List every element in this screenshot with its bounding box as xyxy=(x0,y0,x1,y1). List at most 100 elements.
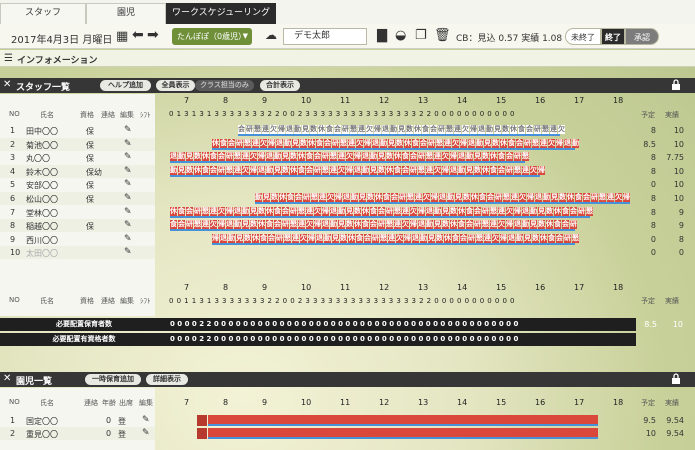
shift-cell[interactable]: 帰 xyxy=(354,152,361,162)
shift-cell[interactable]: 懇 xyxy=(322,165,329,175)
staff-name[interactable]: 太田〇〇 xyxy=(26,248,58,259)
calendar-icon[interactable]: ▦ xyxy=(116,30,128,43)
shift-cell[interactable]: 見 xyxy=(455,193,462,202)
shift-cell[interactable]: 帰 xyxy=(442,165,449,175)
shift-cell[interactable]: 欠 xyxy=(260,138,267,148)
shift-cell[interactable]: 休 xyxy=(212,138,219,148)
shift-cell[interactable]: 欠 xyxy=(462,125,469,134)
edit-pencil-icon[interactable]: ✎ xyxy=(124,166,132,176)
shift-cell[interactable]: 懇 xyxy=(503,193,510,202)
shift-cell[interactable]: 休 xyxy=(194,165,201,175)
shift-cell[interactable]: 欠 xyxy=(306,220,313,230)
shift-cell[interactable]: 勤 xyxy=(351,193,358,202)
shift-cell[interactable]: 連 xyxy=(484,233,491,243)
shift-cell[interactable]: 食 xyxy=(548,233,555,243)
shift-cell[interactable]: 帰 xyxy=(500,233,507,243)
shift-cell[interactable]: 勤 xyxy=(390,125,397,134)
shift-cell[interactable]: 帰 xyxy=(418,206,425,216)
staff-row[interactable]: 8 稲越〇〇 保 ✎ xyxy=(0,219,155,233)
shift-cell[interactable]: 勤 xyxy=(294,125,301,134)
shift-cell[interactable]: 研 xyxy=(290,206,297,216)
shift-cell[interactable]: 懇 xyxy=(426,152,433,162)
shift-cell[interactable]: 懇 xyxy=(418,165,425,175)
shift-cell[interactable]: 懇 xyxy=(330,152,337,162)
shift-cell[interactable]: 食 xyxy=(562,206,569,216)
shift-cell[interactable]: 懇 xyxy=(226,165,233,175)
shift-cell[interactable]: 会 xyxy=(466,220,473,230)
shift-cell[interactable]: 会 xyxy=(334,125,341,134)
shift-cell[interactable]: 帰 xyxy=(250,165,257,175)
shift-cell[interactable]: 帰 xyxy=(308,233,315,243)
shift-cell[interactable]: 退 xyxy=(508,233,515,243)
shift-cell[interactable]: 研 xyxy=(226,152,233,162)
copy-icon[interactable]: ❐ xyxy=(415,29,427,42)
shift-cell[interactable]: 休 xyxy=(318,125,325,134)
shift-cell[interactable]: 休 xyxy=(540,233,547,243)
edit-pencil-icon[interactable]: ✎ xyxy=(142,428,150,438)
shift-cell[interactable]: 見 xyxy=(484,138,491,148)
lock-icon[interactable] xyxy=(671,373,681,384)
user-field[interactable]: デモ太郎 xyxy=(283,28,367,45)
shift-cell[interactable]: 退 xyxy=(330,206,337,216)
shift-cell[interactable]: 休 xyxy=(252,233,259,243)
shift-cell[interactable]: 数 xyxy=(502,125,509,134)
child-start-cell[interactable] xyxy=(197,415,207,426)
shift-cell[interactable]: 欠 xyxy=(396,233,403,243)
shift-cell[interactable]: 退 xyxy=(220,233,227,243)
shift-cell[interactable]: 退 xyxy=(362,152,369,162)
shift-cell[interactable]: 欠 xyxy=(270,125,277,134)
shift-cell[interactable]: 研 xyxy=(322,152,329,162)
shift-cell[interactable]: 連 xyxy=(434,152,441,162)
shift-cell[interactable]: 退 xyxy=(258,165,265,175)
shift-cell[interactable]: 連 xyxy=(358,125,365,134)
shift-cell[interactable]: 帰 xyxy=(314,220,321,230)
shift-cell[interactable]: 連 xyxy=(426,165,433,175)
shift-cell[interactable]: 欠 xyxy=(356,138,363,148)
shift-cell[interactable]: 勤 xyxy=(447,193,454,202)
shift-cell[interactable]: 休 xyxy=(279,193,286,202)
shift-cell[interactable]: 連 xyxy=(319,193,326,202)
detail-show-button[interactable]: 詳細表示 xyxy=(146,374,188,385)
shift-cell[interactable]: 食 xyxy=(554,220,561,230)
staff-name[interactable]: 堂林〇〇 xyxy=(26,208,58,219)
shift-cell[interactable]: 研 xyxy=(276,233,283,243)
child-schedule-bar[interactable] xyxy=(208,415,598,424)
shift-cell[interactable]: 数 xyxy=(463,193,470,202)
shift-cell[interactable]: 連 xyxy=(550,125,557,134)
shift-cell[interactable]: 数 xyxy=(474,165,481,175)
shift-cell[interactable]: 欠 xyxy=(250,152,257,162)
shift-cell[interactable]: 連 xyxy=(444,138,451,148)
shift-cell[interactable]: 食 xyxy=(518,125,525,134)
shift-cell[interactable]: 欠 xyxy=(218,206,225,216)
shift-cell[interactable]: 見 xyxy=(302,125,309,134)
shift-cell[interactable]: 研 xyxy=(314,165,321,175)
shift-cell[interactable]: 勤 xyxy=(284,138,291,148)
shift-cell[interactable]: 食 xyxy=(316,138,323,148)
menu-icon[interactable]: ☰ xyxy=(4,53,13,64)
shift-cell[interactable]: 食 xyxy=(298,165,305,175)
shift-cell[interactable]: 数 xyxy=(354,206,361,216)
shift-cell[interactable]: 勤 xyxy=(242,206,249,216)
shift-cell[interactable]: 数 xyxy=(290,152,297,162)
shift-cell[interactable]: 数 xyxy=(250,220,257,230)
class-select[interactable]: たんぽぽ（0歳児） ▼ xyxy=(172,28,252,45)
status-unfinished-button[interactable]: 未終了 xyxy=(565,28,601,45)
shift-cell[interactable]: 見 xyxy=(274,165,281,175)
shift-cell[interactable]: 休 xyxy=(266,206,273,216)
shift-cell[interactable]: 欠 xyxy=(410,206,417,216)
shift-cell[interactable]: 見 xyxy=(442,206,449,216)
shift-cell[interactable]: 会 xyxy=(498,165,505,175)
shift-cell[interactable]: 連 xyxy=(252,138,259,148)
shift-cell[interactable]: 食 xyxy=(458,220,465,230)
shift-cell[interactable]: 研 xyxy=(418,152,425,162)
shift-cell[interactable]: 見 xyxy=(346,206,353,216)
shift-cell[interactable]: 欠 xyxy=(492,233,499,243)
shift-cell[interactable]: 勤 xyxy=(543,193,550,202)
shift-cell[interactable]: 懇 xyxy=(394,206,401,216)
shift-cell[interactable]: 帰 xyxy=(410,220,417,230)
shift-cell[interactable]: 休 xyxy=(554,206,561,216)
shift-cell[interactable]: 連 xyxy=(202,220,209,230)
shift-cell[interactable]: 見 xyxy=(242,220,249,230)
help-add-button[interactable]: ヘルプ追加 xyxy=(100,80,151,91)
shift-cell[interactable]: 研 xyxy=(524,138,531,148)
